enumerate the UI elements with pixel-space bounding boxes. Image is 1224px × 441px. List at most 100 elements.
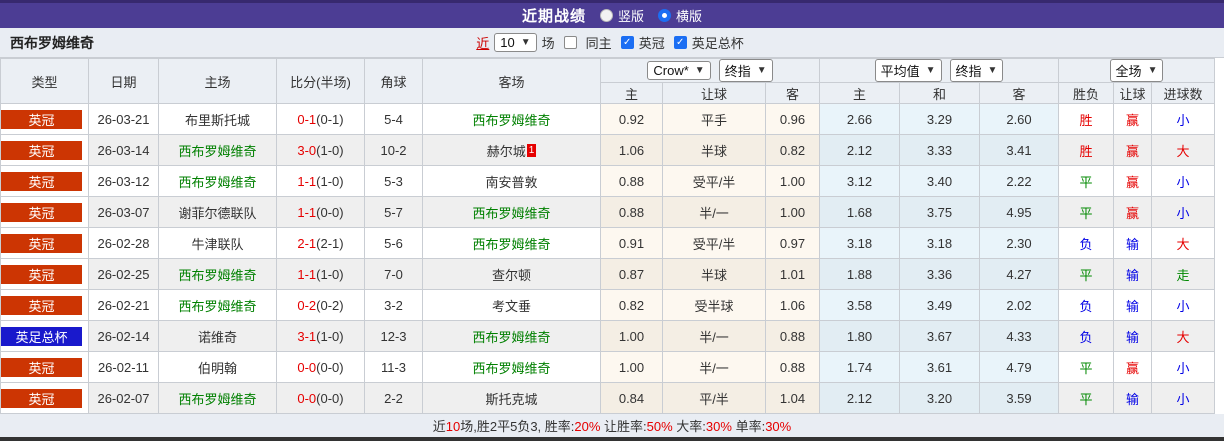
home-team-cell[interactable]: 伯明翰: [158, 351, 277, 383]
away-team-cell[interactable]: 查尔顿: [422, 258, 601, 290]
odds-away-cell: 1.00: [765, 165, 820, 197]
col-header-home: 主场: [158, 58, 277, 104]
europe-stage-select[interactable]: 终指 ▼: [949, 59, 1004, 82]
scope-select[interactable]: 全场 ▼: [1109, 59, 1164, 82]
fulltime-score: 2-1: [297, 235, 317, 251]
radio-label: 竖版: [617, 9, 644, 24]
home-team-cell[interactable]: 西布罗姆维奇: [158, 289, 277, 321]
fulltime-score: 0-2: [297, 297, 317, 313]
odds-stage-select[interactable]: 终指 ▼: [718, 59, 773, 82]
halftime-score: (0-0): [316, 359, 344, 375]
avg-away-cell: 4.33: [979, 320, 1059, 352]
date-cell: 26-02-25: [88, 258, 159, 290]
summary-part: 近: [432, 419, 446, 434]
col-header-corner: 角球: [364, 58, 423, 104]
halftime-score: (0-0): [316, 204, 344, 220]
date-cell: 26-02-21: [88, 289, 159, 321]
winloss-result-cell: 负: [1058, 320, 1114, 352]
sub-header-avg-away: 客: [979, 82, 1059, 104]
europe-company-select[interactable]: 平均值 ▼: [874, 59, 942, 82]
table-row: 英冠 26-03-12 西布罗姆维奇 1-1(1-0) 5-3 南安普敦 0.8…: [0, 165, 1216, 197]
odds-home-cell: 0.82: [600, 289, 663, 321]
away-team-cell[interactable]: 西布罗姆维奇: [422, 320, 601, 352]
chevron-down-icon: ▼: [756, 65, 767, 76]
score-cell: 2-1(2-1): [276, 227, 365, 259]
home-team-cell[interactable]: 西布罗姆维奇: [158, 382, 277, 414]
goals-result-cell: 大: [1150, 227, 1216, 259]
same-home-checkbox[interactable]: [563, 36, 577, 49]
away-team-cell[interactable]: 西布罗姆维奇: [422, 351, 601, 383]
results-tbody: 英冠 26-03-21 布里斯托城 0-1(0-1) 5-4 西布罗姆维奇 0.…: [0, 103, 1216, 414]
winloss-result-cell: 胜: [1058, 103, 1114, 135]
odds-home-cell: 0.92: [600, 103, 663, 135]
winloss-result-cell: 平: [1058, 196, 1114, 228]
score-cell: 0-1(0-1): [276, 103, 365, 135]
goals-result-cell: 小: [1150, 165, 1216, 197]
home-team-cell[interactable]: 布里斯托城: [158, 103, 277, 135]
goals-result-cell: 小: [1150, 382, 1216, 414]
goals-result-cell: 小: [1150, 196, 1216, 228]
away-team-cell[interactable]: 赫尔城 1: [422, 134, 601, 166]
date-cell: 26-03-12: [88, 165, 159, 197]
sub-header-goals: 进球数: [1150, 82, 1216, 104]
home-team-cell[interactable]: 诺维奇: [158, 320, 277, 352]
radio-unselected-icon[interactable]: [599, 9, 613, 22]
match-type-badge: 英冠: [0, 103, 89, 135]
halftime-score: (1-0): [316, 328, 344, 344]
home-team-cell[interactable]: 西布罗姆维奇: [158, 258, 277, 290]
score-cell: 1-1(1-0): [276, 165, 365, 197]
home-team-cell[interactable]: 西布罗姆维奇: [158, 134, 277, 166]
handicap-result-cell: 输: [1113, 382, 1152, 414]
away-team-cell[interactable]: 西布罗姆维奇: [422, 103, 601, 135]
match-type-badge: 英冠: [0, 227, 89, 259]
odds-home-cell: 1.00: [600, 320, 663, 352]
select-value: 全场: [1115, 64, 1142, 79]
score-cell: 3-1(1-0): [276, 320, 365, 352]
avg-home-cell: 2.66: [819, 103, 900, 135]
odds-away-cell: 0.82: [765, 134, 820, 166]
away-team-name: 赫尔城: [486, 143, 526, 159]
league-checkbox[interactable]: ✓: [620, 36, 634, 49]
home-team-cell[interactable]: 谢菲尔德联队: [158, 196, 277, 228]
home-team-cell[interactable]: 牛津联队: [158, 227, 277, 259]
summary-part: 单率:: [731, 419, 766, 434]
away-team-cell[interactable]: 西布罗姆维奇: [422, 227, 601, 259]
away-team-cell[interactable]: 考文垂: [422, 289, 601, 321]
view-option-vertical[interactable]: 竖版: [599, 6, 644, 25]
halftime-score: (1-0): [316, 142, 344, 158]
summary-part: 20%: [574, 419, 601, 434]
chevron-down-icon: ▼: [520, 37, 531, 48]
radio-selected-icon[interactable]: [658, 9, 671, 22]
sub-header-winloss: 胜负: [1058, 82, 1114, 104]
table-row: 英冠 26-02-28 牛津联队 2-1(2-1) 5-6 西布罗姆维奇 0.9…: [0, 227, 1216, 259]
select-value: 终指: [724, 64, 751, 79]
match-type-badge: 英冠: [0, 134, 89, 166]
table-row: 英冠 26-03-21 布里斯托城 0-1(0-1) 5-4 西布罗姆维奇 0.…: [0, 103, 1216, 135]
results-table: 类型 日期 主场 比分(半场) 角球 客场 Crow* ▼ 终指 ▼ 平均值 ▼…: [0, 58, 1216, 414]
summary-part: 场,胜2平5负3, 胜率:: [460, 419, 575, 434]
odds-away-cell: 1.01: [765, 258, 820, 290]
chevron-down-icon: ▼: [694, 65, 705, 76]
view-option-horizontal[interactable]: 横版: [658, 6, 702, 25]
goals-result-cell: 小: [1150, 289, 1216, 321]
summary-part: 大率:: [672, 419, 706, 434]
odds-away-cell: 0.88: [765, 351, 820, 383]
odds-home-cell: 0.88: [600, 196, 663, 228]
home-team-cell[interactable]: 西布罗姆维奇: [158, 165, 277, 197]
winloss-result-cell: 平: [1058, 382, 1114, 414]
odds-home-cell: 1.00: [600, 351, 663, 383]
halftime-score: (2-1): [316, 235, 344, 251]
away-team-cell[interactable]: 斯托克城: [422, 382, 601, 414]
odds-company-select[interactable]: Crow* ▼: [647, 61, 711, 80]
sub-header-odds-away: 客: [765, 82, 820, 104]
select-value: Crow*: [653, 63, 689, 78]
date-cell: 26-02-11: [88, 351, 159, 383]
away-team-cell[interactable]: 西布罗姆维奇: [422, 196, 601, 228]
facup-checkbox[interactable]: ✓: [673, 36, 687, 49]
match-count-select[interactable]: 10 ▼: [494, 33, 537, 52]
avg-draw-cell: 3.29: [899, 103, 980, 135]
filter-bar: 西布罗姆维奇 近 10 ▼ 场 同主 ✓ 英冠 ✓ 英足总杯: [0, 28, 1224, 58]
recent-link[interactable]: 近: [476, 33, 489, 52]
away-team-cell[interactable]: 南安普敦: [422, 165, 601, 197]
select-value: 平均值: [880, 64, 920, 79]
